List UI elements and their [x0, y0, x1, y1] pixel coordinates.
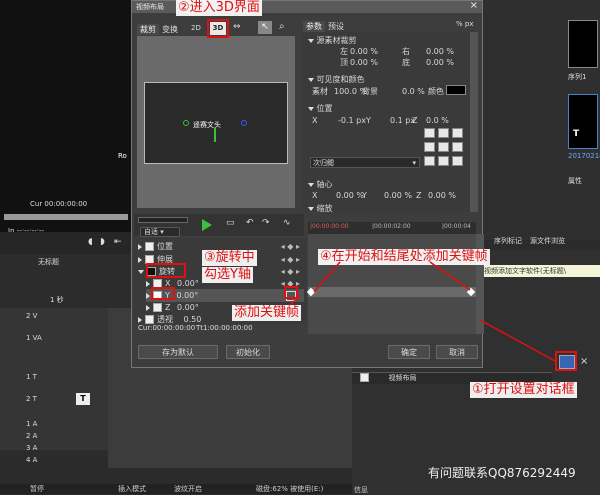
- arrow-to-end-keyframe: [429, 261, 471, 291]
- arrow-to-add-keyframe: [289, 295, 301, 306]
- arrow-to-settings: [479, 319, 556, 362]
- annotation-arrows: [289, 261, 556, 362]
- footer-contact: 有问题联系QQ876292449: [428, 466, 576, 480]
- arrow-to-start-keyframe: [313, 261, 341, 293]
